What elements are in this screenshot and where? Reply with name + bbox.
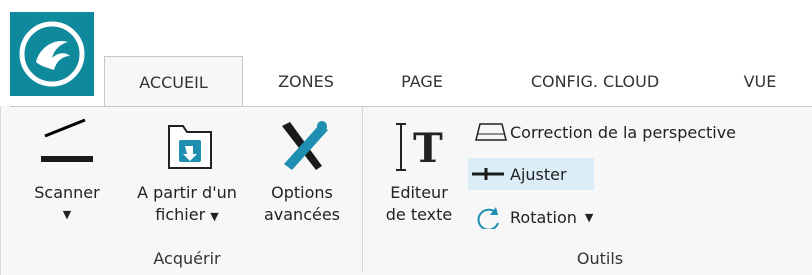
text-editor-icon: T [396,123,443,172]
straighten-icon [472,168,504,180]
tab-page[interactable]: PAGE [378,56,466,107]
ribbon-tabs: ACCUEIL ZONES PAGE CONFIG. CLOUD VUE [0,56,812,107]
chevron-down-icon[interactable]: ▼ [585,211,593,224]
text-editor-line1: Editeur [390,183,448,202]
text-editor-line2: de texte [385,205,453,224]
tab-config-cloud[interactable]: CONFIG. CLOUD [500,56,690,107]
ribbon-left-edge [0,106,10,275]
perspective-icon [475,123,507,141]
folder-import-icon [168,125,212,169]
chevron-down-icon[interactable]: ▼ [210,210,218,223]
rotation-label: Rotation [510,207,577,227]
rotate-icon [477,207,499,229]
from-file-line2: fichier ▼ [155,205,219,224]
rotation-button[interactable]: Rotation ▼ [472,201,632,233]
perspective-correction-button[interactable]: Correction de la perspective [472,116,802,148]
scanner-icon [41,118,93,162]
tools-icon [282,121,328,170]
group-label-outils: Outils [576,249,624,268]
svg-text:T: T [413,125,443,172]
chevron-down-icon[interactable]: ▼ [22,204,112,226]
options-line2: avancées [263,205,341,224]
scanner-label: Scanner [34,183,100,202]
scanner-button[interactable]: Scanner ▼ [22,116,112,226]
group-separator [362,107,363,272]
options-line1: Options [271,183,333,202]
text-editor-button[interactable]: T Editeur de texte [374,116,464,226]
ajuster-button[interactable]: Ajuster [468,158,594,190]
ajuster-label: Ajuster [510,164,567,184]
group-label-acquerir: Acquérir [153,249,221,268]
perspective-label: Correction de la perspective [510,122,737,142]
tab-accueil[interactable]: ACCUEIL [104,56,243,107]
from-file-line1: A partir d'un [137,183,237,202]
from-file-button[interactable]: A partir d'un fichier ▼ [112,116,262,228]
tab-vue[interactable]: VUE [720,56,800,107]
tab-zones[interactable]: ZONES [262,56,350,107]
advanced-options-button[interactable]: Options avancées [252,116,352,226]
